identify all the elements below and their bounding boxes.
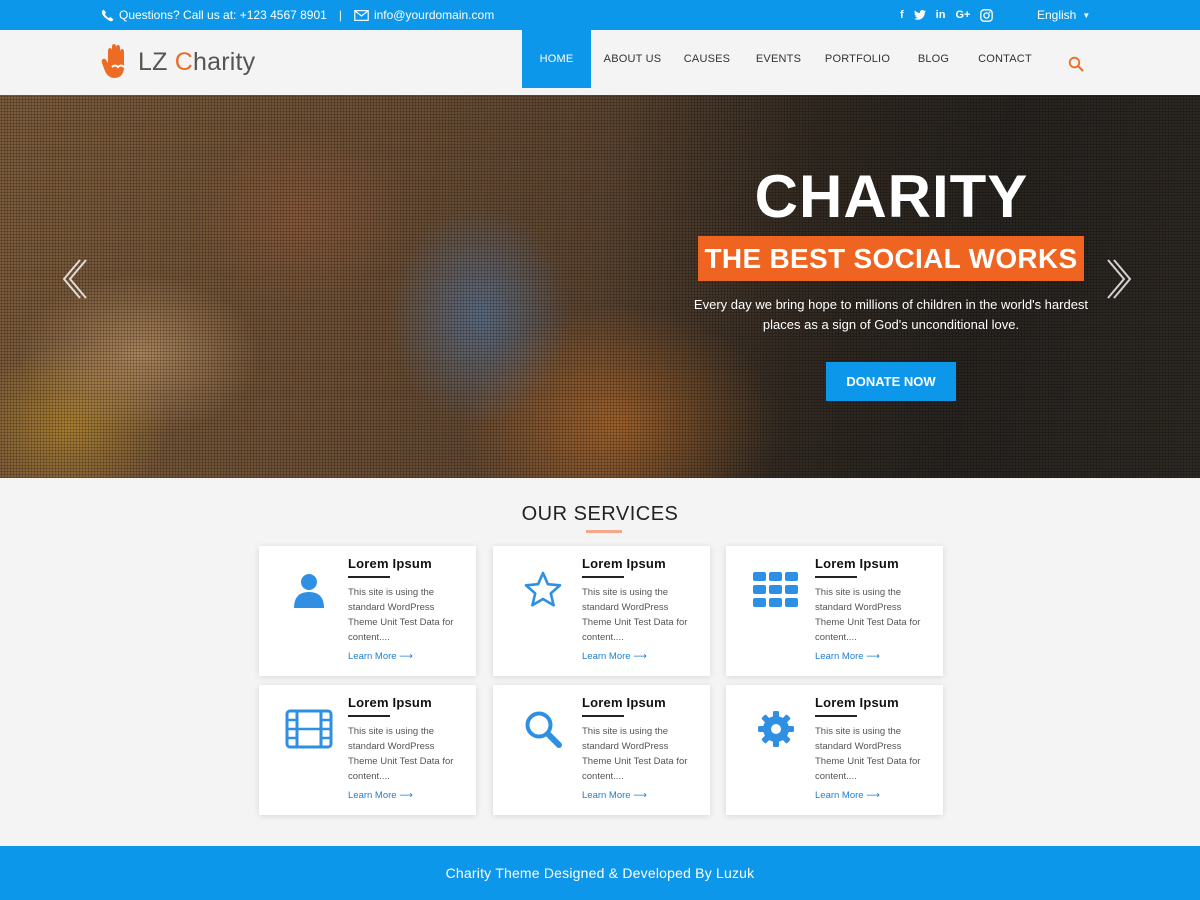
twitter-icon[interactable] bbox=[913, 10, 926, 20]
user-icon bbox=[294, 574, 324, 608]
service-card: Lorem Ipsum This site is using the stand… bbox=[726, 685, 943, 815]
title-underline bbox=[582, 715, 624, 717]
learn-more-link[interactable]: Learn More ⟶ bbox=[815, 790, 880, 801]
service-title: Lorem Ipsum bbox=[815, 556, 899, 571]
search-icon[interactable] bbox=[1068, 56, 1084, 72]
service-text: This site is using the standard WordPres… bbox=[582, 587, 688, 643]
service-text: This site is using the standard WordPres… bbox=[582, 726, 688, 782]
separator: | bbox=[338, 8, 342, 22]
star-icon bbox=[524, 571, 562, 607]
service-title: Lorem Ipsum bbox=[348, 695, 432, 710]
facebook-icon[interactable]: f bbox=[900, 9, 904, 21]
nav-about-us[interactable]: ABOUT US bbox=[591, 30, 674, 88]
footer-credit: Charity Theme Designed & Developed By Lu… bbox=[445, 865, 755, 881]
nav-causes[interactable]: CAUSES bbox=[674, 30, 740, 88]
service-title: Lorem Ipsum bbox=[348, 556, 432, 571]
hand-logo-icon bbox=[101, 44, 125, 78]
logo-rest: harity bbox=[193, 47, 256, 76]
hero-slider: CHARITY THE BEST SOCIAL WORKS Every day … bbox=[0, 95, 1200, 478]
service-card: Lorem Ipsum This site is using the stand… bbox=[259, 685, 476, 815]
services-underline bbox=[586, 530, 622, 533]
main-nav: HOME ABOUT US CAUSES EVENTS PORTFOLIO BL… bbox=[522, 30, 1041, 88]
service-text: This site is using the standard WordPres… bbox=[348, 726, 454, 782]
service-text: This site is using the standard WordPres… bbox=[815, 587, 921, 643]
top-bar: Questions? Call us at: +123 4567 8901 | … bbox=[0, 0, 1200, 30]
service-text: This site is using the standard WordPres… bbox=[348, 587, 454, 643]
title-underline bbox=[815, 576, 857, 578]
learn-more-link[interactable]: Learn More ⟶ bbox=[582, 651, 647, 662]
nav-blog[interactable]: BLOG bbox=[898, 30, 969, 88]
title-underline bbox=[348, 715, 390, 717]
title-underline bbox=[582, 576, 624, 578]
hero-description: Every day we bring hope to millions of c… bbox=[693, 297, 1089, 332]
hero-badge: THE BEST SOCIAL WORKS bbox=[698, 236, 1084, 281]
logo-prefix: LZ bbox=[138, 47, 175, 76]
language-label: English bbox=[1037, 8, 1077, 22]
phone-icon bbox=[101, 9, 114, 21]
mail-icon bbox=[354, 9, 369, 21]
service-title: Lorem Ipsum bbox=[815, 695, 899, 710]
service-card: Lorem Ipsum This site is using the stand… bbox=[259, 546, 476, 676]
learn-more-link[interactable]: Learn More ⟶ bbox=[348, 651, 413, 662]
site-logo[interactable]: LZ Charity bbox=[100, 42, 255, 82]
donate-now-button[interactable]: DONATE NOW bbox=[826, 362, 956, 401]
next-slide-arrow[interactable] bbox=[1106, 258, 1134, 300]
language-select[interactable]: English ▼ bbox=[1037, 0, 1090, 30]
service-title: Lorem Ipsum bbox=[582, 556, 666, 571]
hero-title: CHARITY bbox=[754, 163, 1029, 230]
nav-events[interactable]: EVENTS bbox=[740, 30, 817, 88]
service-card: Lorem Ipsum This site is using the stand… bbox=[726, 546, 943, 676]
email-link[interactable]: info@yourdomain.com bbox=[374, 8, 494, 22]
nav-home[interactable]: HOME bbox=[522, 30, 591, 88]
film-icon bbox=[285, 709, 333, 749]
site-footer: Charity Theme Designed & Developed By Lu… bbox=[0, 846, 1200, 900]
service-card: Lorem Ipsum This site is using the stand… bbox=[493, 685, 710, 815]
chevron-down-icon: ▼ bbox=[1082, 10, 1091, 20]
title-underline bbox=[348, 576, 390, 578]
nav-portfolio[interactable]: PORTFOLIO bbox=[817, 30, 898, 88]
contact-info: Questions? Call us at: +123 4567 8901 | … bbox=[101, 0, 494, 30]
grid-icon bbox=[753, 572, 798, 607]
learn-more-link[interactable]: Learn More ⟶ bbox=[815, 651, 880, 662]
gear-icon bbox=[758, 711, 794, 747]
service-text: This site is using the standard WordPres… bbox=[815, 726, 921, 782]
nav-contact[interactable]: CONTACT bbox=[969, 30, 1041, 88]
search-icon bbox=[525, 711, 562, 748]
title-underline bbox=[815, 715, 857, 717]
social-links: f in G+ bbox=[900, 0, 994, 30]
logo-text: LZ Charity bbox=[138, 48, 255, 77]
google-plus-icon[interactable]: G+ bbox=[955, 9, 970, 21]
linkedin-icon[interactable]: in bbox=[936, 9, 946, 21]
prev-slide-arrow[interactable] bbox=[60, 258, 88, 300]
services-title: OUR SERVICES bbox=[521, 503, 679, 525]
phone-text: Questions? Call us at: +123 4567 8901 bbox=[119, 8, 327, 22]
site-header: LZ Charity HOME ABOUT US CAUSES EVENTS P… bbox=[0, 30, 1200, 95]
logo-accent: C bbox=[174, 47, 193, 76]
service-card: Lorem Ipsum This site is using the stand… bbox=[493, 546, 710, 676]
instagram-icon[interactable] bbox=[980, 8, 994, 22]
learn-more-link[interactable]: Learn More ⟶ bbox=[582, 790, 647, 801]
learn-more-link[interactable]: Learn More ⟶ bbox=[348, 790, 413, 801]
service-title: Lorem Ipsum bbox=[582, 695, 666, 710]
